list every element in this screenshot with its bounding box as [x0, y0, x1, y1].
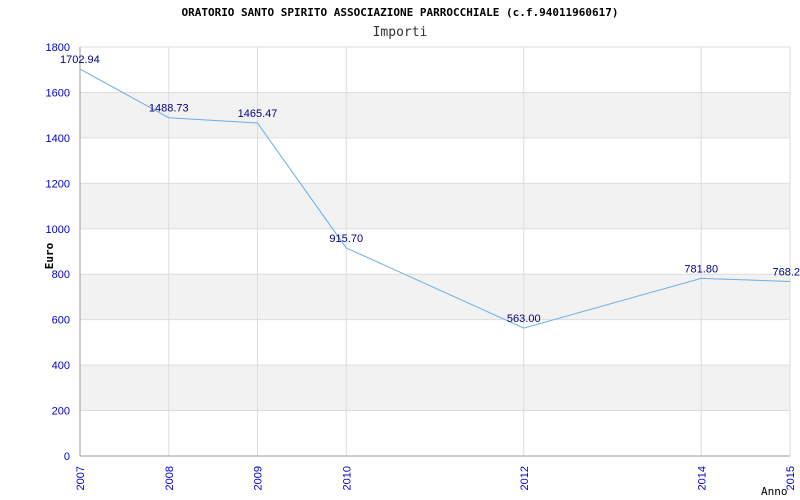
x-tick-label: 2009 — [253, 466, 265, 490]
grid-band — [80, 365, 790, 411]
x-tick-label: 2010 — [341, 466, 353, 490]
y-tick-label: 600 — [52, 315, 70, 327]
point-label: 1702.94 — [60, 54, 100, 66]
line-chart: 0 200 400 600 800 1000 1200 1400 1600 1800 2007 20… — [43, 42, 800, 498]
x-tick-labels: 2007 2008 2009 2010 2012 2014 2015 — [75, 466, 797, 490]
grid-band — [80, 92, 790, 138]
y-axis-label: Euro — [43, 242, 56, 269]
grid-band — [80, 274, 790, 320]
y-tick-label: 1800 — [46, 42, 70, 54]
x-tick-label: 2007 — [75, 466, 87, 490]
y-tick-label: 400 — [52, 360, 70, 372]
y-tick-label: 1000 — [46, 224, 70, 236]
x-tick-label: 2014 — [696, 466, 708, 490]
point-label: 781.80 — [684, 263, 718, 275]
y-tick-label: 1600 — [46, 87, 70, 99]
point-label: 1488.73 — [149, 103, 189, 115]
y-tick-label: 0 — [64, 451, 70, 463]
point-label: 768.2 — [772, 266, 800, 278]
point-label: 915.70 — [329, 233, 363, 245]
background-bands — [80, 92, 790, 411]
point-label: 1465.47 — [238, 108, 278, 120]
x-tick-label: 2012 — [519, 466, 531, 490]
y-tick-label: 800 — [52, 269, 70, 281]
point-label: 563.00 — [507, 313, 541, 325]
grid-band — [80, 183, 790, 229]
x-tick-label: 2008 — [164, 466, 176, 490]
y-tick-label: 1400 — [46, 133, 70, 145]
y-tick-label: 1200 — [46, 178, 70, 190]
y-tick-label: 200 — [52, 406, 70, 418]
x-axis-label: Anno — [761, 485, 788, 498]
